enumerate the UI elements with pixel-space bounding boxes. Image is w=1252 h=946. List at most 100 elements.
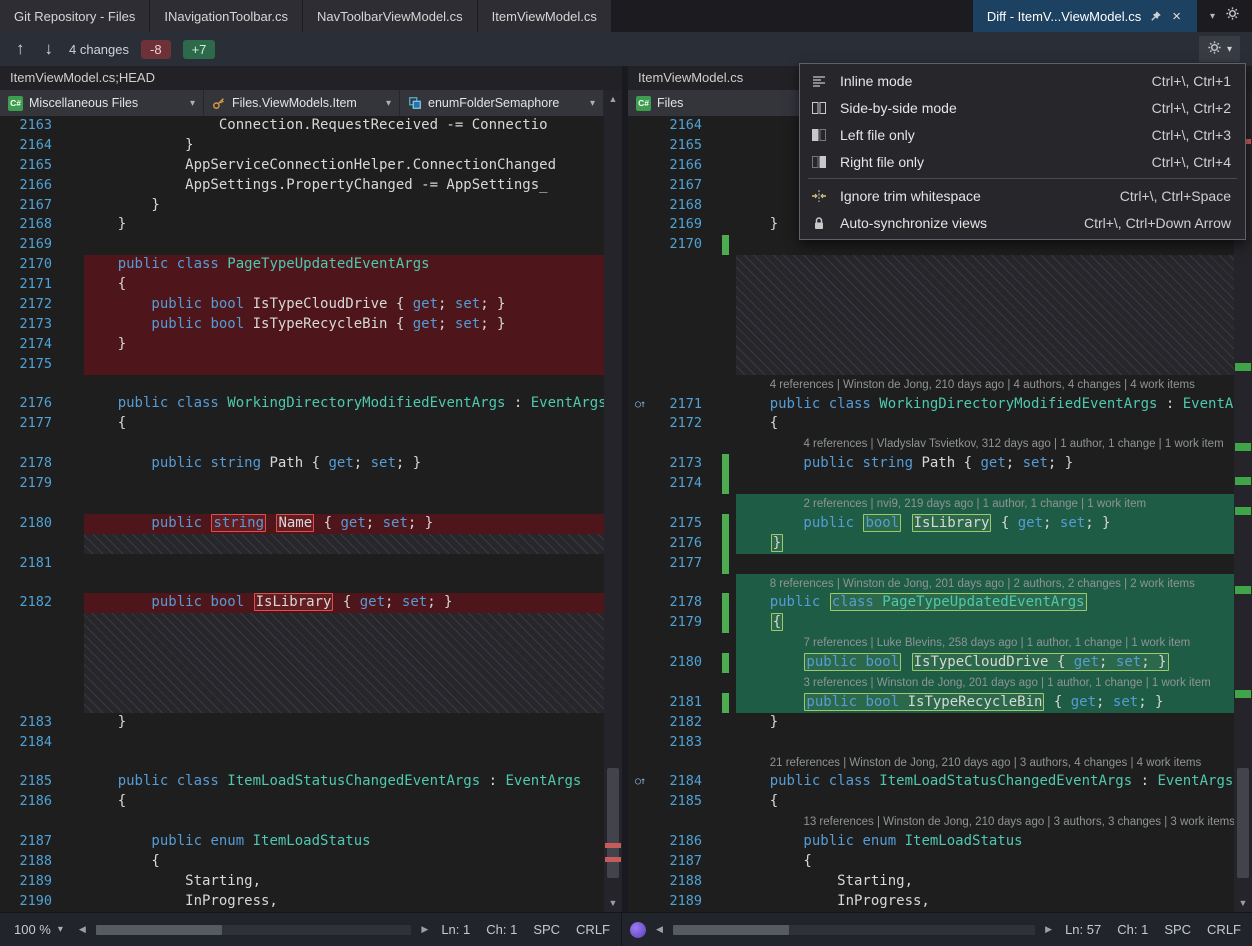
- document-tab[interactable]: ItemViewModel.cs: [478, 0, 611, 32]
- document-tab[interactable]: INavigationToolbar.cs: [150, 0, 302, 32]
- line-content[interactable]: public bool IsTypeRecycleBin { get; set;…: [736, 693, 1234, 713]
- code-line[interactable]: 2167}: [0, 196, 604, 216]
- line-content[interactable]: {: [84, 852, 604, 872]
- line-content[interactable]: 4 references | Winston de Jong, 210 days…: [736, 375, 1234, 395]
- code-line[interactable]: 2185{: [628, 792, 1234, 812]
- breadcrumb-dropdown[interactable]: enumFolderSemaphore▾: [400, 90, 604, 116]
- code-line[interactable]: 2175public bool IsLibrary { get; set; }: [628, 514, 1234, 534]
- code-line[interactable]: 2178public class PageTypeUpdatedEventArg…: [628, 593, 1234, 613]
- codelens-line[interactable]: 2 references | nvi9, 219 days ago | 1 au…: [628, 494, 1234, 514]
- line-content[interactable]: 13 references | Winston de Jong, 210 day…: [736, 812, 1234, 832]
- line-content[interactable]: }: [84, 196, 604, 216]
- scroll-right-button[interactable]: ▶: [1045, 924, 1052, 935]
- codelens-text[interactable]: 8 references | Winston de Jong, 201 days…: [736, 575, 1195, 594]
- code-line[interactable]: 2170public class PageTypeUpdatedEventArg…: [0, 255, 604, 275]
- line-content[interactable]: }: [84, 335, 604, 355]
- line-content[interactable]: 8 references | Winston de Jong, 201 days…: [736, 574, 1234, 594]
- line-content[interactable]: {: [736, 414, 1234, 434]
- line-content[interactable]: }: [84, 713, 604, 733]
- previous-change-button[interactable]: ↑: [12, 39, 29, 59]
- code-line[interactable]: 2186{: [0, 792, 604, 812]
- line-content[interactable]: }: [84, 215, 604, 235]
- code-line[interactable]: 2169: [0, 235, 604, 255]
- document-tab[interactable]: Diff - ItemV...ViewModel.cs×: [973, 0, 1197, 32]
- scrollbar-thumb[interactable]: [673, 925, 789, 935]
- line-content[interactable]: }: [736, 713, 1234, 733]
- diff-settings-button[interactable]: ▾: [1199, 36, 1240, 62]
- document-tab[interactable]: Git Repository - Files: [0, 0, 149, 32]
- line-content[interactable]: [84, 733, 604, 753]
- code-line[interactable]: 2178public string Path { get; set; }: [0, 454, 604, 474]
- code-line[interactable]: 2183}: [0, 713, 604, 733]
- code-line[interactable]: 2176public class WorkingDirectoryModifie…: [0, 394, 604, 414]
- code-line[interactable]: 2171{: [0, 275, 604, 295]
- code-line[interactable]: 2190InProgress,: [0, 892, 604, 912]
- line-content[interactable]: Starting,: [84, 872, 604, 892]
- scrollbar-thumb[interactable]: [1237, 768, 1249, 878]
- codelens-text[interactable]: 3 references | Winston de Jong, 201 days…: [736, 674, 1211, 693]
- code-line[interactable]: 2163Connection.RequestReceived -= Connec…: [0, 116, 604, 136]
- code-line[interactable]: 2181: [0, 554, 604, 574]
- menu-item-ignore-trim-whitespace[interactable]: Ignore trim whitespaceCtrl+\, Ctrl+Space: [800, 182, 1245, 209]
- line-content[interactable]: {: [736, 792, 1234, 812]
- zoom-control[interactable]: 100 % ▾: [8, 913, 69, 946]
- menu-item-inline-mode[interactable]: Inline modeCtrl+\, Ctrl+1: [800, 67, 1245, 94]
- code-line[interactable]: 2179: [0, 474, 604, 494]
- codelens-line[interactable]: 8 references | Winston de Jong, 201 days…: [628, 574, 1234, 594]
- line-content[interactable]: }: [84, 136, 604, 156]
- scroll-right-button[interactable]: ▶: [421, 924, 428, 935]
- line-content[interactable]: {: [736, 852, 1234, 872]
- code-line[interactable]: 2189InProgress,: [628, 892, 1234, 912]
- code-line[interactable]: 2165AppServiceConnectionHelper.Connectio…: [0, 156, 604, 176]
- line-content[interactable]: {: [84, 414, 604, 434]
- line-content[interactable]: public bool IsTypeCloudDrive { get; set;…: [84, 295, 604, 315]
- line-content[interactable]: Connection.RequestReceived -= Connectio: [84, 116, 604, 136]
- codelens-text[interactable]: 21 references | Winston de Jong, 210 day…: [736, 754, 1201, 773]
- code-line[interactable]: 2174}: [0, 335, 604, 355]
- code-line[interactable]: 2180public bool IsTypeCloudDrive { get; …: [628, 653, 1234, 673]
- line-content[interactable]: 2 references | nvi9, 219 days ago | 1 au…: [736, 494, 1234, 514]
- scroll-down-button[interactable]: ▼: [1234, 894, 1252, 912]
- line-content[interactable]: {: [736, 613, 1234, 633]
- codelens-text[interactable]: 13 references | Winston de Jong, 210 day…: [736, 813, 1234, 832]
- left-editor[interactable]: 2163Connection.RequestReceived -= Connec…: [0, 116, 604, 912]
- code-line[interactable]: 2177{: [0, 414, 604, 434]
- line-content[interactable]: public bool IsLibrary { get; set; }: [84, 593, 604, 613]
- menu-item-auto-synchronize-views[interactable]: Auto-synchronize viewsCtrl+\, Ctrl+Down …: [800, 209, 1245, 236]
- right-horizontal-scrollbar[interactable]: [673, 925, 1035, 935]
- code-line[interactable]: 2189Starting,: [0, 872, 604, 892]
- code-line[interactable]: 2164}: [0, 136, 604, 156]
- line-content[interactable]: [84, 355, 604, 375]
- code-line[interactable]: 2188Starting,: [628, 872, 1234, 892]
- codelens-line[interactable]: 4 references | Vladyslav Tsvietkov, 312 …: [628, 434, 1234, 454]
- line-content[interactable]: 4 references | Vladyslav Tsvietkov, 312 …: [736, 434, 1234, 454]
- menu-item-right-file-only[interactable]: Right file onlyCtrl+\, Ctrl+4: [800, 148, 1245, 175]
- code-line[interactable]: 2185public class ItemLoadStatusChangedEv…: [0, 772, 604, 792]
- line-content[interactable]: public enum ItemLoadStatus: [84, 832, 604, 852]
- line-content[interactable]: 7 references | Luke Blevins, 258 days ag…: [736, 633, 1234, 653]
- code-line[interactable]: 2172{: [628, 414, 1234, 434]
- codelens-line[interactable]: 3 references | Winston de Jong, 201 days…: [628, 673, 1234, 693]
- codelens-text[interactable]: 7 references | Luke Blevins, 258 days ag…: [736, 634, 1190, 653]
- document-tab[interactable]: NavToolbarViewModel.cs: [303, 0, 477, 32]
- menu-item-side-by-side-mode[interactable]: Side-by-side modeCtrl+\, Ctrl+2: [800, 94, 1245, 121]
- line-content[interactable]: public class ItemLoadStatusChangedEventA…: [736, 772, 1234, 792]
- code-line[interactable]: 2179{: [628, 613, 1234, 633]
- line-content[interactable]: public bool IsTypeRecycleBin { get; set;…: [84, 315, 604, 335]
- line-content[interactable]: public string Name { get; set; }: [84, 514, 604, 534]
- code-line[interactable]: 2183: [628, 733, 1234, 753]
- left-horizontal-scrollbar[interactable]: [96, 925, 412, 935]
- line-content[interactable]: InProgress,: [736, 892, 1234, 912]
- gear-icon[interactable]: [1225, 6, 1240, 26]
- line-content[interactable]: 21 references | Winston de Jong, 210 day…: [736, 753, 1234, 773]
- breadcrumb-dropdown[interactable]: C#Miscellaneous Files▾: [0, 90, 204, 116]
- chevron-down-icon[interactable]: ▾: [1210, 11, 1215, 22]
- codelens-text[interactable]: 4 references | Vladyslav Tsvietkov, 312 …: [736, 435, 1224, 454]
- code-line[interactable]: 2168}: [0, 215, 604, 235]
- code-line[interactable]: 2186public enum ItemLoadStatus: [628, 832, 1234, 852]
- code-line[interactable]: 2182public bool IsLibrary { get; set; }: [0, 593, 604, 613]
- line-content[interactable]: [84, 235, 604, 255]
- line-content[interactable]: 3 references | Winston de Jong, 201 days…: [736, 673, 1234, 693]
- line-content[interactable]: public class ItemLoadStatusChangedEventA…: [84, 772, 604, 792]
- menu-item-left-file-only[interactable]: Left file onlyCtrl+\, Ctrl+3: [800, 121, 1245, 148]
